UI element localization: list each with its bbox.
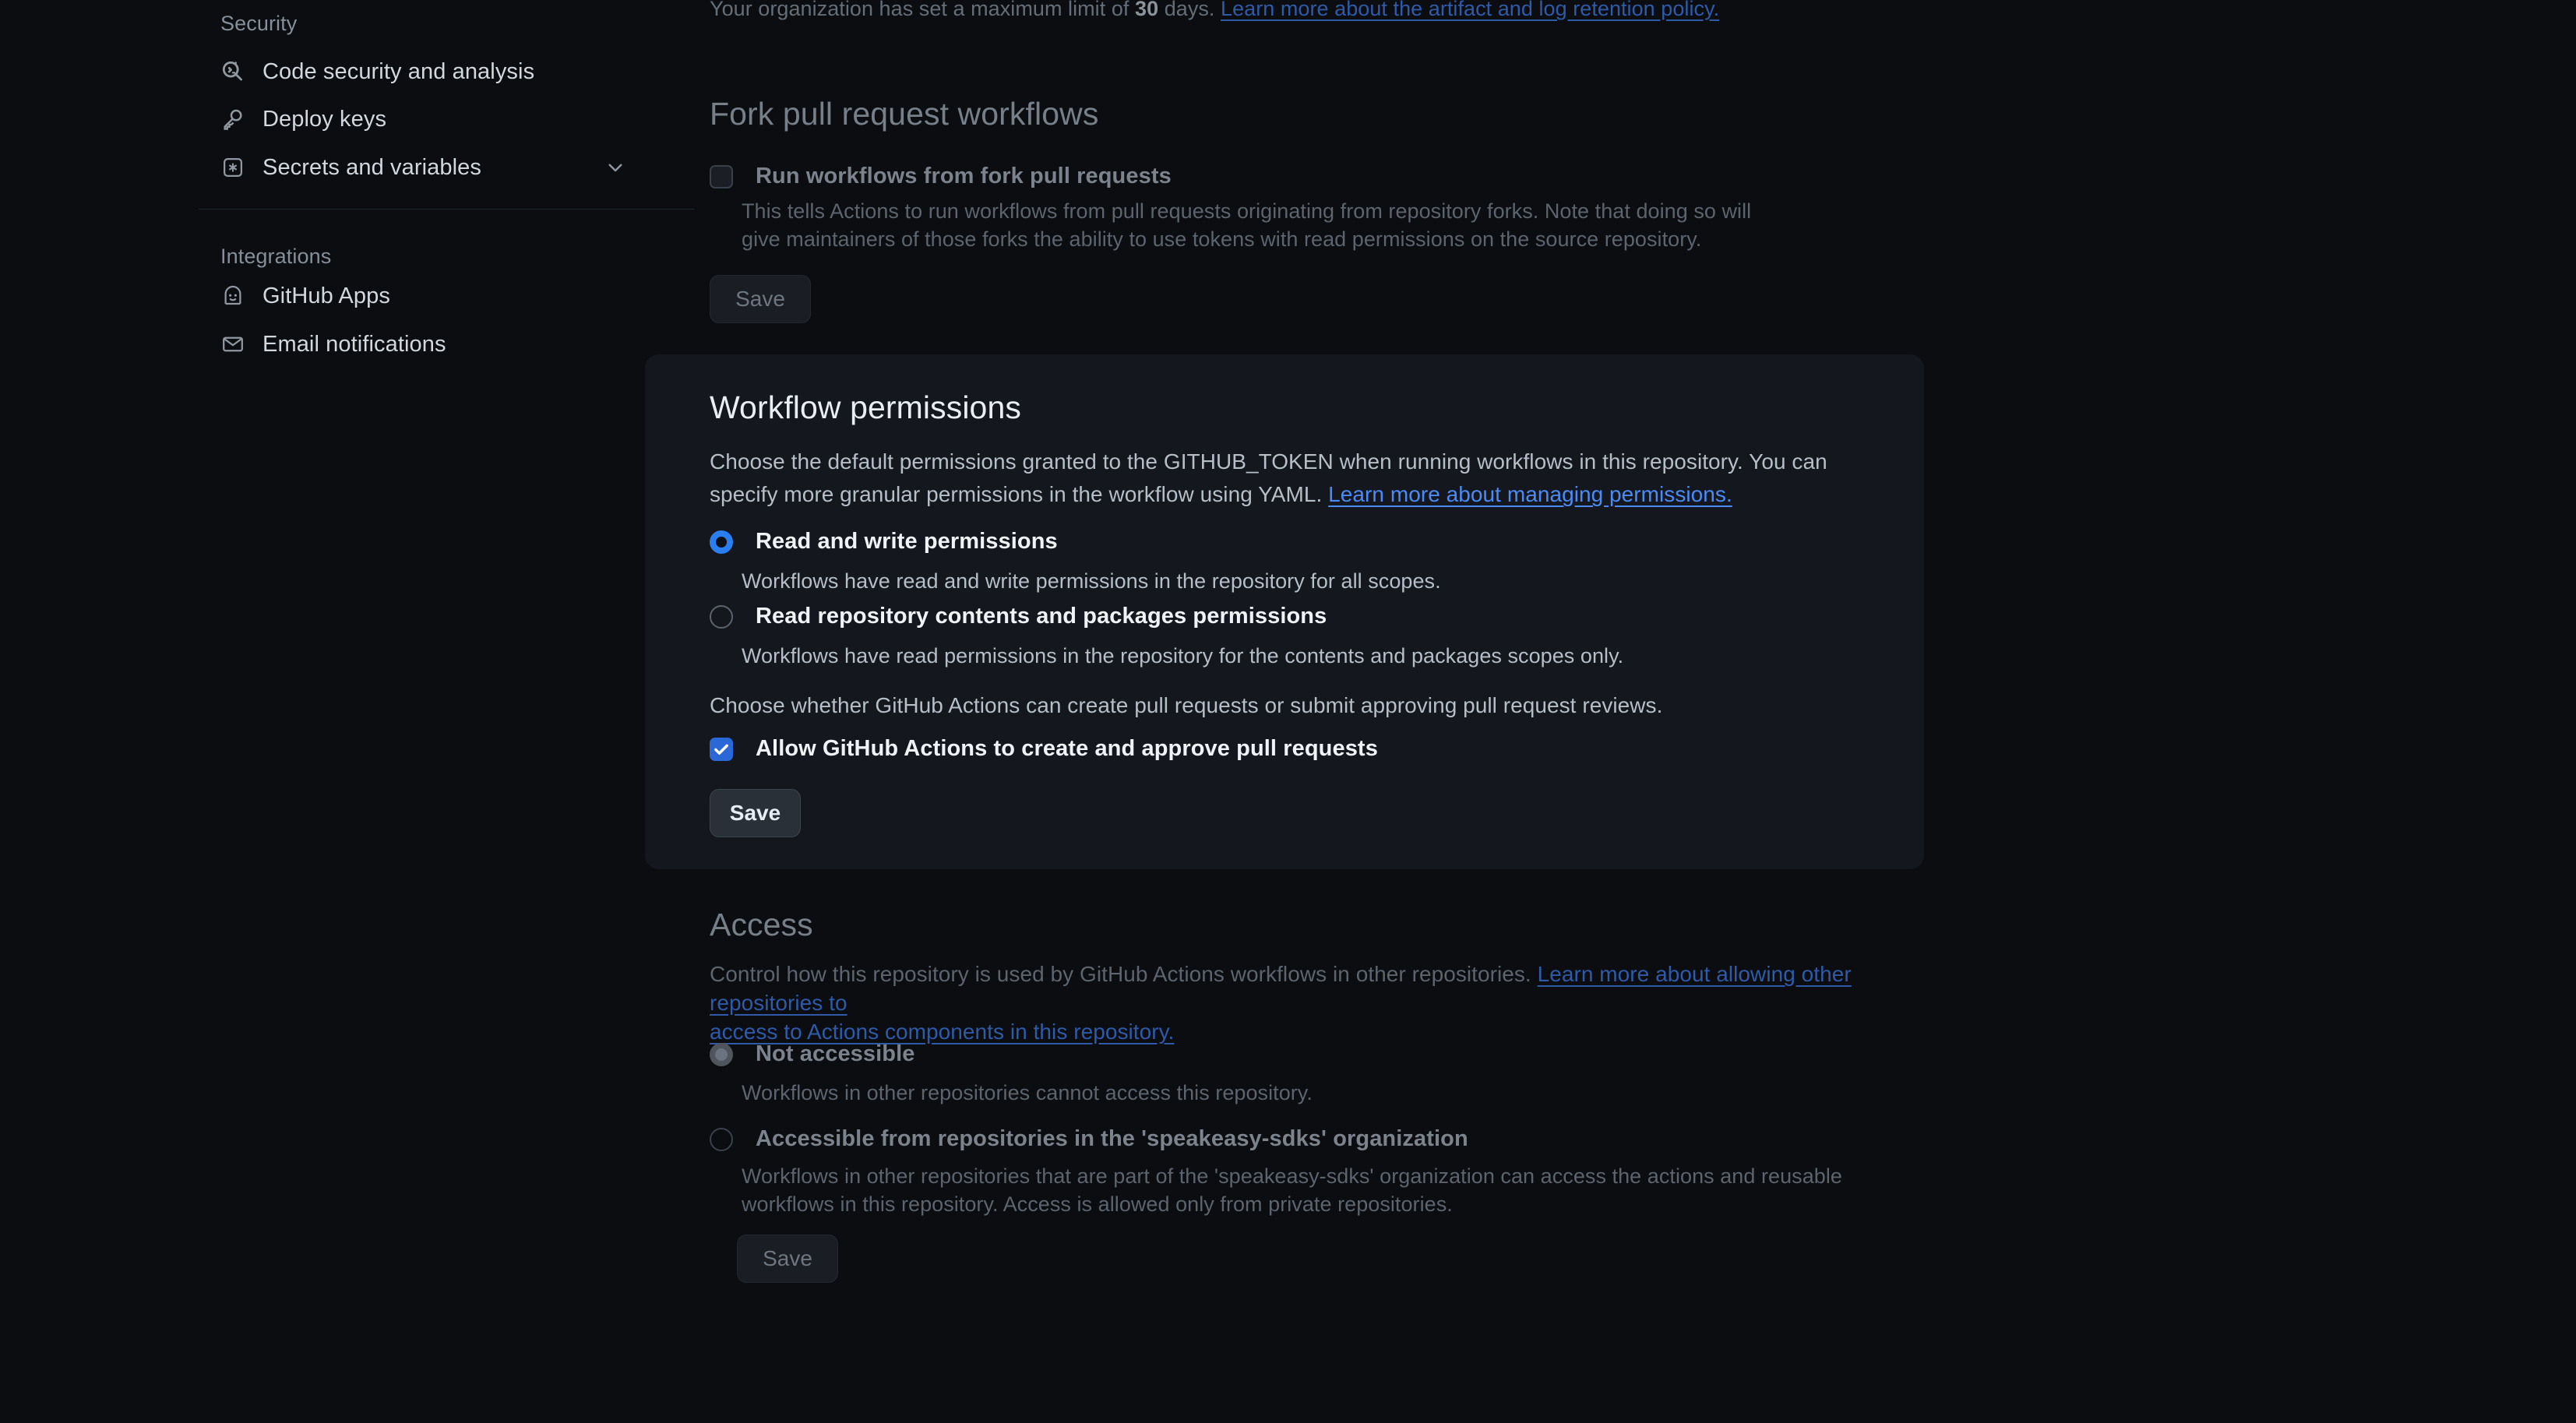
read-contents-and-packages-radio[interactable] (710, 605, 733, 629)
workflow-permissions-save-button[interactable]: Save (710, 789, 801, 837)
accessible-from-org-label: Accessible from repositories in the 'spe… (756, 1126, 1468, 1151)
workflow-permissions-description-line-1: Choose the default permissions granted t… (710, 449, 1827, 474)
fork-workflows-save-button[interactable]: Save (710, 275, 811, 323)
retention-text-after: days. (1158, 0, 1221, 20)
accessible-from-org-row[interactable]: Accessible from repositories in the 'spe… (710, 1126, 1468, 1152)
access-learn-more-link-line-2[interactable]: access to Actions components in this rep… (710, 1020, 1174, 1044)
not-accessible-row[interactable]: Not accessible (710, 1041, 915, 1067)
fork-description-line-2: give maintainers of those forks the abil… (742, 227, 1702, 251)
retention-days: 30 (1135, 0, 1159, 20)
read-and-write-permissions-label: Read and write permissions (756, 529, 1058, 554)
allow-actions-create-approve-pr-row[interactable]: Allow GitHub Actions to create and appro… (710, 736, 1378, 762)
run-workflows-from-fork-pr-label: Run workflows from fork pull requests (756, 164, 1172, 188)
run-workflows-from-fork-pr-description: This tells Actions to run workflows from… (742, 197, 1754, 253)
read-and-write-permissions-radio[interactable] (710, 530, 733, 554)
access-description: Control how this repository is used by G… (710, 960, 1894, 1046)
workflow-permissions-heading: Workflow permissions (710, 389, 1021, 425)
access-description-text: Control how this repository is used by G… (710, 962, 1538, 986)
accessible-from-org-description: Workflows in other repositories that are… (742, 1162, 1910, 1218)
fork-pull-request-workflows-heading: Fork pull request workflows (710, 96, 1099, 132)
read-contents-and-packages-row[interactable]: Read repository contents and packages pe… (710, 604, 1327, 629)
run-workflows-from-fork-pr-checkbox[interactable] (710, 165, 733, 188)
workflow-permissions-description-line-2: specify more granular permissions in the… (710, 482, 1329, 506)
retention-text-before: Your organization has set a maximum limi… (710, 0, 1135, 20)
read-contents-and-packages-description: Workflows have read permissions in the r… (742, 644, 1624, 667)
access-save-button[interactable]: Save (737, 1235, 838, 1283)
managing-permissions-link[interactable]: Learn more about managing permissions. (1328, 482, 1732, 506)
workflow-permissions-description: Choose the default permissions granted t… (710, 446, 1901, 511)
read-and-write-permissions-row[interactable]: Read and write permissions (710, 529, 1058, 555)
allow-actions-create-approve-pr-checkbox[interactable] (710, 738, 733, 761)
run-workflows-from-fork-pr-row[interactable]: Run workflows from fork pull requests (710, 164, 1172, 189)
not-accessible-radio[interactable] (710, 1043, 733, 1066)
settings-main-content: Your organization has set a maximum limi… (0, 0, 2576, 1423)
read-and-write-permissions-description: Workflows have read and write permission… (742, 569, 1441, 593)
allow-actions-create-approve-pr-label: Allow GitHub Actions to create and appro… (756, 736, 1378, 761)
read-contents-and-packages-label: Read repository contents and packages pe… (756, 604, 1327, 629)
accessible-from-org-description-line-2: this repository. Access is allowed only … (862, 1192, 1453, 1216)
create-pull-requests-prompt: Choose whether GitHub Actions can create… (710, 693, 1663, 717)
fork-description-line-1: This tells Actions to run workflows from… (742, 199, 1752, 223)
access-heading: Access (710, 907, 813, 942)
retention-policy-link[interactable]: Learn more about the artifact and log re… (1221, 0, 1719, 20)
retention-policy-notice: Your organization has set a maximum limi… (710, 0, 1719, 21)
not-accessible-description: Workflows in other repositories cannot a… (742, 1081, 1313, 1104)
not-accessible-label: Not accessible (756, 1041, 915, 1066)
settings-page: Security Code security and analysis Depl… (0, 0, 2576, 1423)
accessible-from-org-radio[interactable] (710, 1128, 733, 1151)
